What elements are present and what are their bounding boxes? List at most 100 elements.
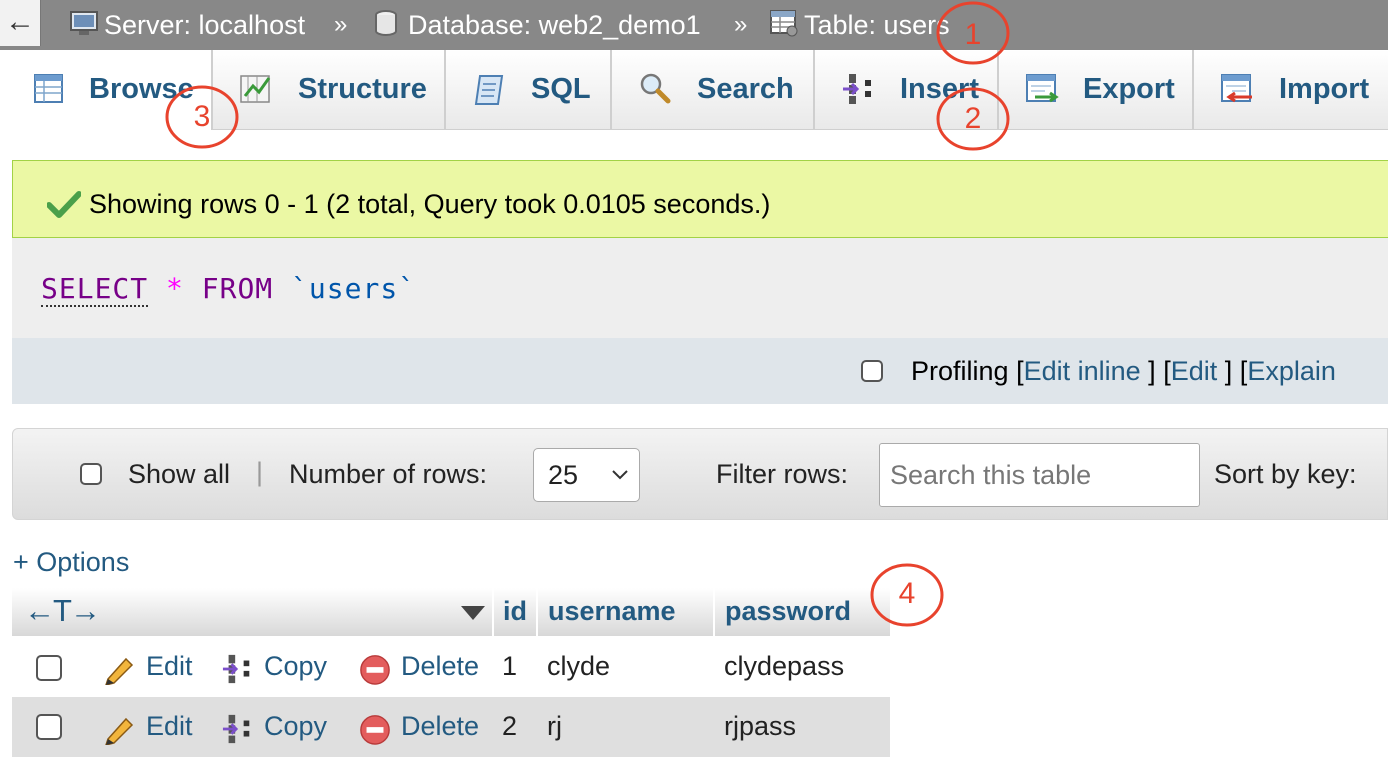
sort-dropdown-icon[interactable]: [460, 605, 486, 621]
breadcrumb-table-label: Table: users: [804, 10, 950, 40]
table-navigation-bar: Show all | Number of rows: 25 Filter row…: [12, 428, 1388, 520]
column-header-id[interactable]: id: [503, 588, 527, 636]
breadcrumb-bar: ← Server: localhost » Database: web2_dem…: [0, 0, 1388, 50]
annotation-number: 3: [193, 100, 211, 133]
show-all-label[interactable]: Show all: [128, 459, 230, 490]
filter-rows-label: Filter rows:: [716, 459, 849, 489]
row-edit-button[interactable]: Edit: [102, 711, 193, 745]
back-arrow-button[interactable]: ←: [0, 0, 41, 46]
database-icon: [375, 10, 397, 36]
annotation-number: 1: [964, 18, 982, 51]
breadcrumb-separator: »: [334, 11, 348, 38]
row-delete-button[interactable]: Delete: [358, 651, 480, 685]
structure-icon: [240, 75, 271, 103]
tab-export-label: Export: [1083, 73, 1175, 105]
table-row: Edit Copy Delete 2 rj rjpass: [12, 697, 890, 757]
copy-icon: [222, 714, 250, 744]
row-copy-label: Copy: [264, 651, 328, 681]
bracket: ]: [1224, 356, 1233, 386]
row-edit-label: Edit: [146, 651, 193, 681]
cell-id[interactable]: 2: [502, 711, 517, 742]
row-edit-label: Edit: [146, 711, 193, 741]
breadcrumb-database-label: Database: web2_demo1: [408, 10, 701, 40]
tab-search-label: Search: [697, 73, 794, 105]
table-row: Edit Copy Delete 1 clyde clydepass: [12, 637, 890, 697]
nav-divider: |: [256, 457, 264, 487]
column-separator: [713, 588, 715, 636]
rows-select[interactable]: 25: [533, 448, 640, 502]
options-link[interactable]: + Options: [13, 547, 129, 578]
cell-username[interactable]: rj: [547, 711, 562, 742]
check-icon: [47, 191, 81, 218]
cell-password[interactable]: clydepass: [724, 651, 844, 682]
tab-search[interactable]: Search: [612, 50, 815, 130]
tab-import-label: Import: [1279, 73, 1370, 105]
sort-by-key-label: Sort by key:: [1214, 459, 1357, 489]
import-icon: [1221, 74, 1252, 103]
annotation-circle-1: 1: [935, 0, 1011, 66]
edit-link[interactable]: Edit: [1171, 356, 1218, 386]
row-delete-label: Delete: [401, 651, 480, 681]
rows-label: Number of rows:: [289, 459, 488, 489]
bracket: [: [1016, 356, 1024, 386]
row-copy-label: Copy: [264, 711, 328, 741]
tab-sql-label: SQL: [531, 73, 591, 105]
row-checkbox[interactable]: [36, 714, 62, 740]
column-separator: [492, 588, 494, 636]
column-arrows[interactable]: ←T→: [24, 588, 101, 636]
annotation-circle-4: 4: [869, 562, 945, 628]
export-icon: [1026, 74, 1059, 103]
column-separator: [536, 588, 538, 636]
profiling-checkbox[interactable]: [861, 360, 883, 382]
search-icon: [640, 73, 671, 104]
sql-query: SELECT * FROM `users`: [41, 272, 417, 307]
profiling-text: Profiling [Edit inline ] [Edit ] [Explai…: [911, 356, 1336, 387]
annotation-circle-2: 2: [935, 86, 1011, 152]
pencil-icon: [105, 657, 134, 685]
server-icon: [70, 11, 98, 35]
column-header-password[interactable]: password: [725, 588, 851, 636]
filter-rows-input[interactable]: [879, 443, 1200, 507]
cell-username[interactable]: clyde: [547, 651, 610, 682]
row-delete-label: Delete: [401, 711, 480, 741]
tab-sql[interactable]: SQL: [446, 50, 612, 130]
pencil-icon: [105, 717, 134, 745]
annotation-circle-3: 3: [164, 84, 240, 150]
delete-icon: [360, 655, 390, 685]
edit-inline-link[interactable]: Edit inline: [1024, 356, 1141, 386]
column-header-username[interactable]: username: [548, 588, 676, 636]
sql-star: *: [166, 272, 184, 305]
tab-structure[interactable]: Structure: [213, 50, 446, 130]
tab-import[interactable]: Import: [1194, 50, 1388, 130]
breadcrumb-database[interactable]: Database: web2_demo1: [372, 9, 701, 41]
sql-keyword-from: FROM: [201, 272, 274, 305]
row-delete-button[interactable]: Delete: [358, 711, 480, 745]
cell-password[interactable]: rjpass: [724, 711, 796, 742]
row-copy-button[interactable]: Copy: [221, 711, 328, 744]
row-checkbox[interactable]: [36, 655, 62, 681]
browse-icon: [34, 74, 63, 103]
show-all-checkbox[interactable]: [80, 463, 102, 485]
breadcrumb-server-label: Server: localhost: [104, 10, 306, 40]
copy-icon: [222, 654, 250, 684]
sql-icon: [474, 75, 504, 105]
profiling-bar: Profiling [Edit inline ] [Edit ] [Explai…: [12, 338, 1388, 404]
bracket: ]: [1148, 356, 1156, 386]
insert-icon: [843, 74, 871, 104]
breadcrumb-separator: »: [734, 11, 748, 38]
tab-export[interactable]: Export: [999, 50, 1194, 130]
breadcrumb-table[interactable]: Table: users: [768, 9, 950, 41]
sql-keyword-select[interactable]: SELECT: [41, 272, 149, 307]
cell-id[interactable]: 1: [502, 651, 517, 682]
annotation-number: 2: [964, 102, 982, 135]
delete-icon: [360, 715, 390, 745]
sql-table-name: `users`: [291, 272, 417, 305]
profiling-label: Profiling: [911, 356, 1009, 386]
table-header: ←T→ id username password: [12, 588, 890, 636]
breadcrumb-server[interactable]: Server: localhost: [68, 9, 305, 41]
explain-link[interactable]: Explain: [1247, 356, 1336, 386]
chevron-down-icon: [612, 470, 628, 480]
bracket: [: [1163, 356, 1171, 386]
row-copy-button[interactable]: Copy: [221, 651, 328, 684]
row-edit-button[interactable]: Edit: [102, 651, 193, 685]
